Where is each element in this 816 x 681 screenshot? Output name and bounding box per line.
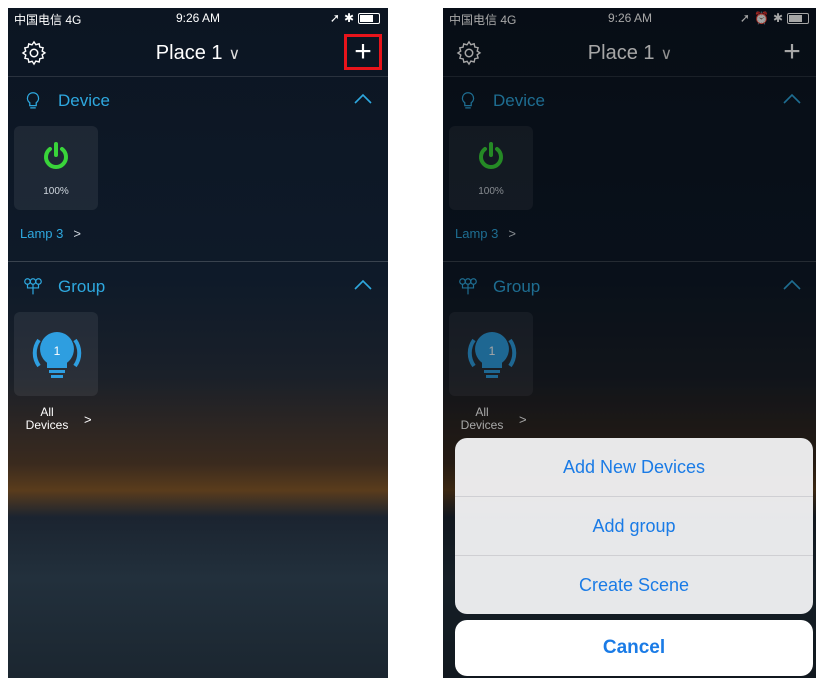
place-selector[interactable]: Place 1 ∨ bbox=[8, 42, 388, 65]
chevron-up-icon bbox=[354, 279, 372, 290]
chevron-down-icon: ∨ bbox=[228, 46, 241, 63]
lightbulb-icon bbox=[26, 92, 40, 109]
bluetooth-icon: ✱ bbox=[343, 11, 354, 25]
brightness-percent: 100% bbox=[43, 186, 69, 197]
page-title: Place 1 bbox=[155, 42, 223, 64]
chevron-up-icon bbox=[354, 93, 372, 104]
group-icon bbox=[24, 278, 42, 295]
phone-screen-right: 中国电信 4G 9:26 AM ➚ ⏰ ✱ Place 1 ∨ + Device 10… bbox=[443, 8, 816, 678]
location-icon: ➚ bbox=[329, 11, 340, 25]
group-name-line2: Devices bbox=[25, 418, 69, 432]
group-name[interactable]: All Devices bbox=[22, 406, 72, 432]
device-section-header[interactable]: Device bbox=[8, 82, 388, 120]
group-section-header[interactable]: Group bbox=[8, 268, 388, 306]
navigation-bar: Place 1 ∨ + bbox=[8, 30, 388, 77]
group-count: 1 bbox=[54, 344, 61, 358]
plus-icon: + bbox=[354, 35, 372, 68]
device-name: Lamp 3 bbox=[20, 226, 64, 241]
create-scene-button[interactable]: Create Scene bbox=[455, 556, 813, 614]
group-name-line1: All bbox=[40, 405, 54, 419]
power-icon bbox=[44, 142, 68, 169]
group-tile[interactable]: 1 bbox=[14, 312, 98, 396]
cancel-button[interactable]: Cancel bbox=[455, 620, 813, 676]
status-icons: ➚ ✱ bbox=[330, 11, 380, 25]
section-divider bbox=[8, 261, 388, 262]
chevron-right-icon[interactable]: > bbox=[84, 412, 92, 427]
device-name-link[interactable]: Lamp 3 > bbox=[20, 226, 81, 241]
add-new-devices-button[interactable]: Add New Devices bbox=[455, 438, 813, 497]
battery-icon bbox=[358, 12, 380, 24]
chevron-right-icon: > bbox=[73, 226, 81, 241]
action-sheet: Add New Devices Add group Create Scene bbox=[455, 438, 813, 614]
add-group-button[interactable]: Add group bbox=[455, 497, 813, 556]
add-button[interactable]: + bbox=[344, 34, 382, 70]
section-label: Group bbox=[58, 277, 106, 296]
device-tile[interactable]: 100% bbox=[14, 126, 98, 210]
phone-screen-left: 中国电信 4G 9:26 AM ➚ ✱ Place 1 ∨ + Device 100… bbox=[8, 8, 388, 678]
group-bulb-icon: 1 bbox=[32, 332, 82, 378]
section-label: Device bbox=[58, 91, 110, 110]
status-bar: 中国电信 4G 9:26 AM ➚ ✱ bbox=[8, 8, 388, 28]
